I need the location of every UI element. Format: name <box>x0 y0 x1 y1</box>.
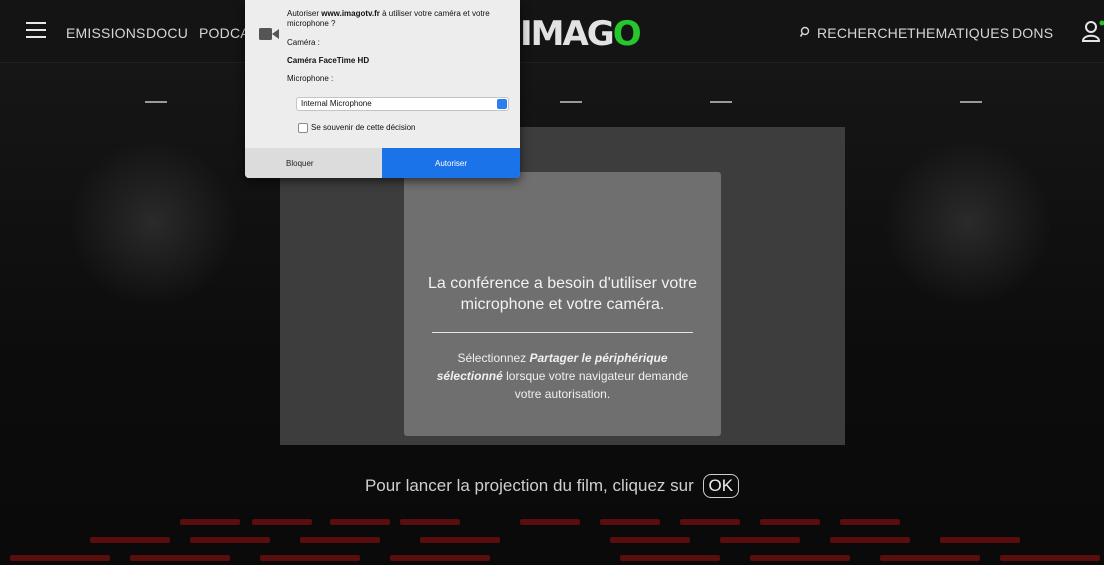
seat <box>300 537 380 543</box>
allow-button[interactable]: Autoriser <box>382 148 520 178</box>
top-navigation-bar: EMISSIONS DOCU PODCA IMAGO RECHERCHE THE… <box>0 0 1104 63</box>
nav-item-recherche[interactable]: RECHERCHE <box>817 25 907 41</box>
microphone-select-value: Internal Microphone <box>301 99 372 108</box>
seat <box>610 537 690 543</box>
seat <box>190 537 270 543</box>
card-body: Sélectionnez Partager le périphérique sé… <box>424 349 701 403</box>
seat <box>10 555 110 561</box>
seat <box>90 537 170 543</box>
seat <box>750 555 850 561</box>
seat <box>520 519 580 525</box>
nav-item-emissions[interactable]: EMISSIONS <box>66 25 146 41</box>
block-button-label: Bloquer <box>286 159 314 168</box>
seat <box>840 519 900 525</box>
seat <box>330 519 390 525</box>
user-icon[interactable] <box>1082 19 1104 45</box>
remember-decision-checkbox[interactable] <box>298 123 308 133</box>
camera-value: Caméra FaceTime HD <box>287 56 370 65</box>
seat <box>760 519 820 525</box>
microphone-select[interactable]: Internal Microphone <box>296 97 509 111</box>
seat <box>390 555 490 561</box>
seat <box>880 555 980 561</box>
launch-prompt: Pour lancer la projection du film, cliqu… <box>0 474 1104 498</box>
nav-item-dons[interactable]: DONS <box>1012 25 1053 41</box>
remember-decision-label: Se souvenir de cette décision <box>311 123 416 132</box>
ceiling-lamp <box>145 101 167 103</box>
seat <box>252 519 312 525</box>
allow-button-label: Autoriser <box>434 159 467 168</box>
search-icon[interactable] <box>800 26 812 38</box>
dialog-prompt: Autoriser www.imagotv.fr à utiliser votr… <box>287 9 507 29</box>
seat <box>420 537 500 543</box>
chevron-updown-icon <box>497 99 507 109</box>
seat <box>720 537 800 543</box>
seat <box>130 555 230 561</box>
ceiling-lamp <box>710 101 732 103</box>
video-camera-icon <box>259 28 279 40</box>
dialog-site: www.imagotv.fr <box>321 9 380 18</box>
launch-prompt-text: Pour lancer la projection du film, cliqu… <box>364 476 694 495</box>
card-body-suffix: lorsque votre navigateur demande votre a… <box>502 369 689 401</box>
permission-info-card: La conférence a besoin d'utiliser votre … <box>404 172 721 436</box>
nav-item-docu[interactable]: DOCU <box>146 25 188 41</box>
card-divider <box>432 332 693 333</box>
cinema-seats <box>0 515 1104 565</box>
seat <box>680 519 740 525</box>
seat <box>400 519 460 525</box>
seat <box>260 555 360 561</box>
seat <box>600 519 660 525</box>
seat <box>1000 555 1100 561</box>
nav-item-podcasts[interactable]: PODCA <box>199 25 250 41</box>
card-title: La conférence a besoin d'utiliser votre … <box>428 275 697 313</box>
seat <box>180 519 240 525</box>
nav-item-thematiques[interactable]: THEMATIQUES <box>907 25 1009 41</box>
ceiling-lamp <box>560 101 582 103</box>
card-body-prefix: Sélectionnez <box>457 351 530 365</box>
dialog-prompt-prefix: Autoriser <box>287 9 322 18</box>
site-logo[interactable]: IMAGO <box>520 14 642 54</box>
block-button[interactable]: Bloquer <box>245 148 382 178</box>
seat <box>620 555 720 561</box>
ceiling-lamp <box>960 101 982 103</box>
microphone-label: Microphone : <box>287 74 334 83</box>
hamburger-icon[interactable] <box>26 22 46 38</box>
camera-label: Caméra : <box>287 38 320 47</box>
ok-button[interactable]: OK <box>702 474 740 498</box>
permission-dialog: Autoriser www.imagotv.fr à utiliser votr… <box>245 0 520 178</box>
seat <box>940 537 1020 543</box>
seat <box>830 537 910 543</box>
